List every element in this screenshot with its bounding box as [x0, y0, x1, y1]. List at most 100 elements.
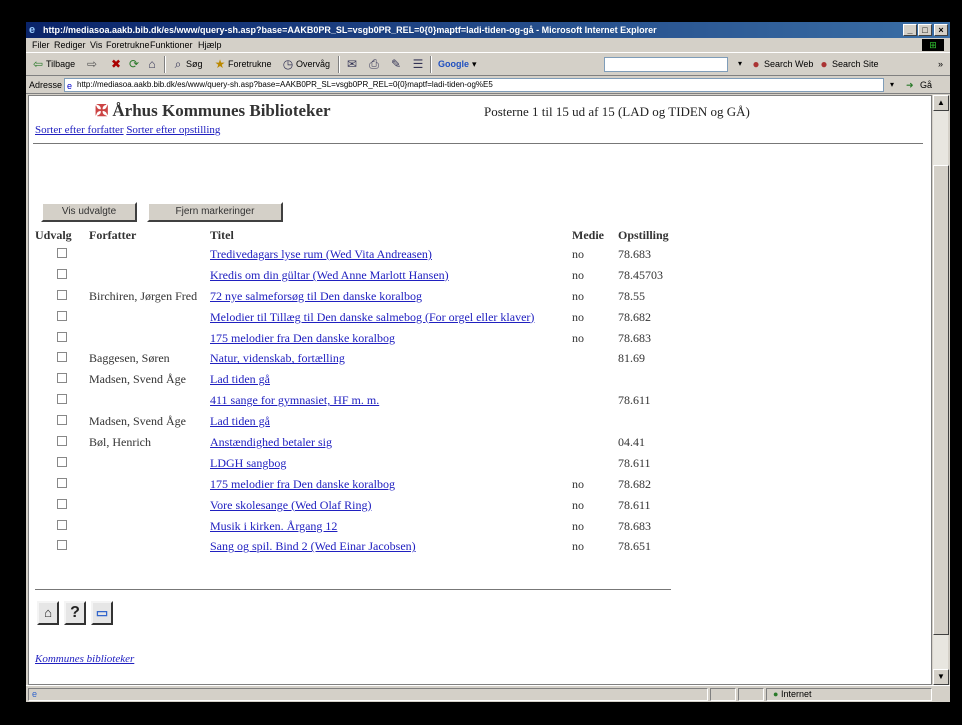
menu-view[interactable]: Vis	[90, 40, 102, 50]
page-content: ✠ Århus Kommunes Biblioteker Posterne 1 t…	[28, 95, 932, 685]
search-button[interactable]: Søg	[186, 58, 203, 70]
title-cell: 72 nye salmeforsøg til Den danske koralb…	[210, 286, 572, 307]
author-cell: Madsen, Svend Åge	[89, 372, 186, 387]
title-link[interactable]: Kredis om din gültar (Wed Anne Marlott H…	[210, 268, 449, 282]
stop-icon[interactable]: ✖	[108, 57, 124, 71]
column-header-author: Forfatter	[89, 227, 137, 242]
forward-arrow-icon[interactable]: ⇨	[84, 57, 100, 71]
table-row: 175 melodier fra Den danske koralbog no 78…	[35, 328, 698, 349]
scroll-thumb[interactable]	[933, 165, 949, 635]
remove-marks-button[interactable]: Fjern markeringer	[147, 202, 283, 222]
scroll-down-icon[interactable]: ▼	[933, 669, 949, 685]
google-search-input[interactable]	[604, 57, 728, 72]
address-input[interactable]: e http://mediasoa.aakb.bib.dk/es/www/que…	[64, 78, 884, 92]
title-link[interactable]: Vore skolesange (Wed Olaf Ring)	[210, 498, 371, 512]
title-cell: LDGH sangbog	[210, 453, 572, 474]
search-web-button[interactable]: Search Web	[764, 58, 813, 70]
go-arrow-icon[interactable]: ➜	[906, 79, 914, 91]
title-link[interactable]: Melodier til Tillæg til Den danske salme…	[210, 310, 534, 324]
search-icon[interactable]: ⌕	[170, 57, 186, 71]
go-button[interactable]: Gå	[920, 79, 932, 91]
chevron-down-icon[interactable]: ▾	[732, 57, 748, 71]
table-row: LDGH sangbog 78.611	[35, 453, 698, 474]
print-icon[interactable]: ⎙	[366, 57, 382, 71]
title-link[interactable]: LDGH sangbog	[210, 456, 286, 470]
refresh-icon[interactable]: ⟳	[126, 57, 142, 71]
media-cell: no	[572, 518, 584, 533]
select-checkbox[interactable]	[57, 540, 67, 551]
edit-icon[interactable]: ✎	[388, 57, 404, 71]
select-checkbox[interactable]	[57, 456, 67, 467]
select-cell	[35, 453, 89, 474]
menu-help[interactable]: Hjælp	[198, 40, 222, 50]
title-cell: Natur, videnskab, fortælling	[210, 348, 572, 369]
home-nav-icon[interactable]: ⌂	[37, 601, 59, 625]
sort-by-position-link[interactable]: Sorter efter opstilling	[126, 124, 220, 136]
select-checkbox[interactable]	[57, 331, 67, 342]
catalog-icon[interactable]: ▭	[91, 601, 113, 625]
close-button[interactable]: ×	[934, 24, 948, 36]
title-link[interactable]: 72 nye salmeforsøg til Den danske koralb…	[210, 289, 422, 303]
select-checkbox[interactable]	[57, 289, 67, 300]
address-label: Adresse	[29, 80, 63, 90]
select-checkbox[interactable]	[57, 477, 67, 488]
select-checkbox[interactable]	[57, 498, 67, 509]
vertical-scrollbar[interactable]: ▲ ▼	[932, 95, 949, 685]
title-link[interactable]: 175 melodier fra Den danske koralbog	[210, 331, 395, 345]
menu-tools[interactable]: Funktioner	[150, 40, 193, 50]
back-button[interactable]: Tilbage	[46, 58, 75, 70]
select-checkbox[interactable]	[57, 373, 67, 384]
menu-favorites[interactable]: Foretrukne	[106, 40, 150, 50]
media-cell: no	[572, 309, 584, 324]
position-cell	[618, 369, 698, 390]
address-dropdown-icon[interactable]: ▾	[890, 79, 894, 91]
title-link[interactable]: Lad tiden gå	[210, 372, 270, 386]
minimize-button[interactable]: _	[903, 24, 917, 36]
show-selected-button[interactable]: Vis udvalgte	[41, 202, 137, 222]
toolbar-separator	[338, 56, 340, 73]
google-logo: Google	[438, 59, 469, 69]
select-checkbox[interactable]	[57, 435, 67, 446]
divider	[35, 589, 671, 590]
zone-label: Internet	[780, 689, 812, 699]
select-checkbox[interactable]	[57, 310, 67, 321]
select-checkbox[interactable]	[57, 352, 67, 363]
favorites-star-icon[interactable]: ★	[212, 57, 228, 71]
select-checkbox[interactable]	[57, 519, 67, 530]
select-checkbox[interactable]	[57, 268, 67, 279]
title-link[interactable]: Sang og spil. Bind 2 (Wed Einar Jacobsen…	[210, 539, 416, 553]
select-checkbox[interactable]	[57, 247, 67, 258]
google-dropdown-icon[interactable]: ▾	[472, 58, 477, 70]
history-icon[interactable]: ◷	[280, 57, 296, 71]
media-button[interactable]: Overvåg	[296, 58, 330, 70]
libraries-footer-link[interactable]: Kommunes biblioteker	[35, 653, 134, 665]
title-link[interactable]: Tredivedagars lyse rum (Wed Vita Andreas…	[210, 247, 432, 261]
media-cell	[572, 348, 618, 369]
title-link[interactable]: Natur, videnskab, fortælling	[210, 351, 345, 365]
title-cell: 175 melodier fra Den danske koralbog	[210, 328, 572, 349]
sort-by-author-link[interactable]: Sorter efter forfatter	[35, 124, 124, 136]
maximize-button[interactable]: □	[918, 24, 932, 36]
favorites-button[interactable]: Foretrukne	[228, 58, 272, 70]
title-link[interactable]: Musik i kirken. Årgang 12	[210, 519, 337, 533]
select-cell	[35, 474, 89, 495]
back-arrow-icon[interactable]: ⇦	[30, 57, 46, 71]
home-icon[interactable]: ⌂	[144, 57, 160, 71]
mail-icon[interactable]: ✉	[344, 57, 360, 71]
help-icon[interactable]: ?	[64, 601, 86, 625]
menu-edit[interactable]: Rediger	[54, 40, 86, 50]
title-link[interactable]: Lad tiden gå	[210, 414, 270, 428]
select-checkbox[interactable]	[57, 415, 67, 426]
menu-file[interactable]: Filer	[32, 40, 50, 50]
brand-title: Århus Kommunes Biblioteker	[112, 101, 331, 120]
search-site-button[interactable]: Search Site	[832, 58, 879, 70]
title-link[interactable]: Anstændighed betaler sig	[210, 435, 332, 449]
title-cell: Melodier til Tillæg til Den danske salme…	[210, 307, 572, 328]
more-chevron-icon[interactable]: »	[938, 58, 943, 70]
discuss-icon[interactable]: ☰	[410, 57, 426, 71]
select-checkbox[interactable]	[57, 394, 67, 405]
title-link[interactable]: 175 melodier fra Den danske koralbog	[210, 477, 395, 491]
title-link[interactable]: 411 sange for gymnasiet, HF m. m.	[210, 393, 379, 407]
scroll-up-icon[interactable]: ▲	[933, 95, 949, 111]
author-cell	[89, 516, 210, 537]
